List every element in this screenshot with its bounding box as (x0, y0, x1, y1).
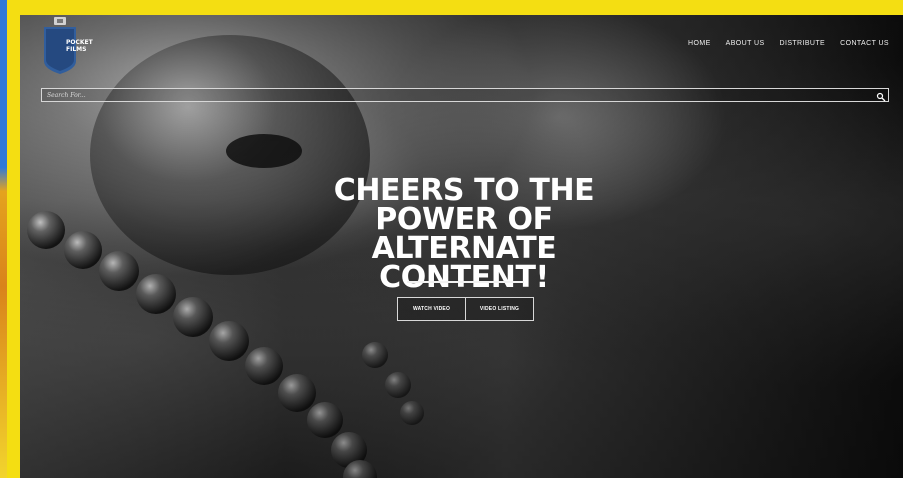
logo-line-1: POCKET (66, 39, 93, 46)
logo-text: POCKET FILMS (66, 39, 106, 53)
hero-action-buttons: WATCH VIDEO VIDEO LISTING (397, 297, 534, 321)
nav-about-us[interactable]: ABOUT US (726, 40, 765, 47)
video-listing-button[interactable]: VIDEO LISTING (466, 297, 534, 321)
site-header: POCKET FILMS HOME ABOUT US DISTRIBUTE CO… (20, 15, 903, 86)
website-viewport: POCKET FILMS HOME ABOUT US DISTRIBUTE CO… (20, 15, 903, 478)
nav-contact-us[interactable]: CONTACT US (840, 40, 889, 47)
pocket-films-logo[interactable]: POCKET FILMS (40, 17, 93, 75)
watch-video-button[interactable]: WATCH VIDEO (397, 297, 466, 321)
logo-line-2: FILMS (66, 46, 87, 53)
hero-title: CHEERS TO THE POWER OF ALTERNATE CONTENT… (333, 173, 595, 295)
search-input[interactable] (42, 89, 862, 101)
hero-divider (407, 281, 524, 283)
nav-distribute[interactable]: DISTRIBUTE (780, 40, 826, 47)
search-bar (41, 88, 889, 102)
nav-home[interactable]: HOME (688, 40, 711, 47)
search-icon (876, 92, 885, 102)
main-navigation: HOME ABOUT US DISTRIBUTE CONTACT US (688, 40, 889, 47)
left-window-strip (0, 0, 7, 478)
screenshot-frame: POCKET FILMS HOME ABOUT US DISTRIBUTE CO… (0, 0, 903, 478)
search-button[interactable] (875, 90, 886, 102)
